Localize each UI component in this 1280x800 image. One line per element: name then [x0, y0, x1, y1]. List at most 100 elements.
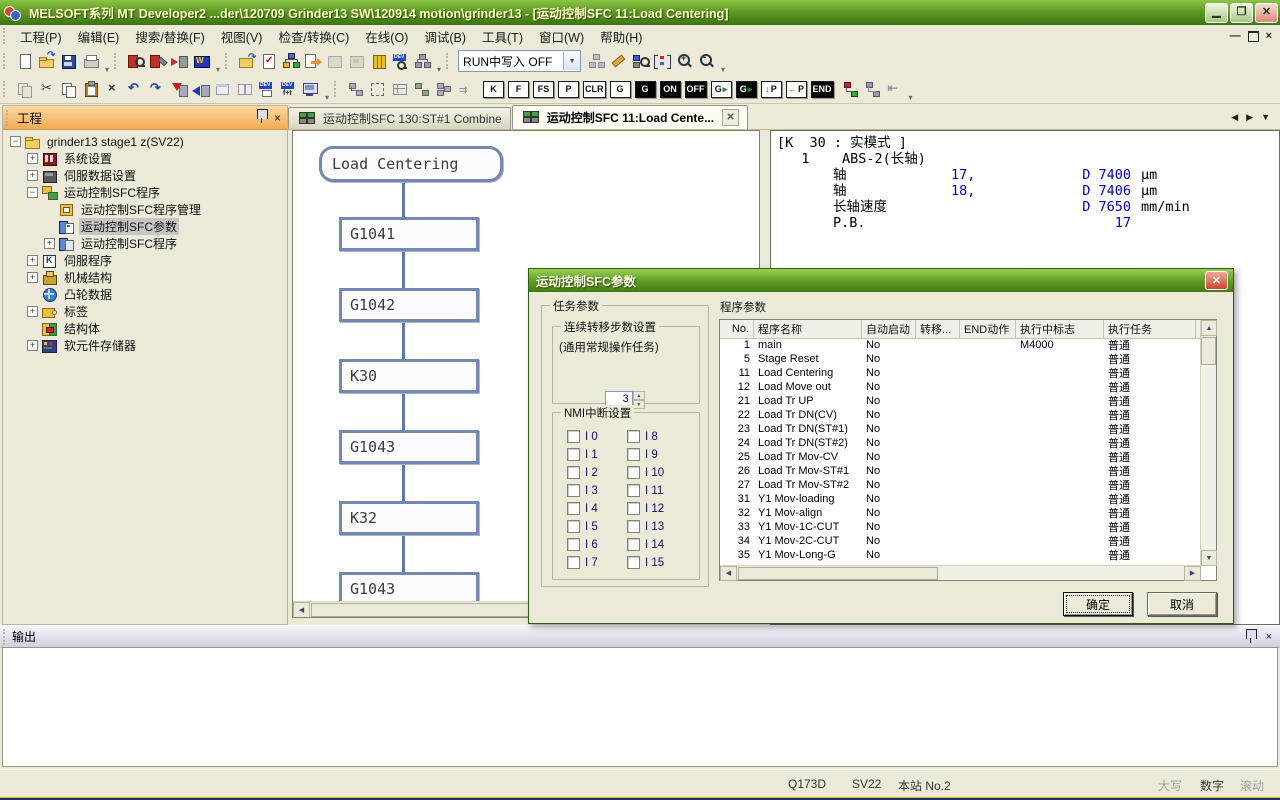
- scroll-up-icon[interactable]: ▲: [1201, 320, 1217, 336]
- table-horizontal-scrollbar[interactable]: ◀ ▶: [720, 565, 1201, 580]
- menu-item-9[interactable]: 帮助(H): [592, 25, 650, 48]
- checkbox-icon[interactable]: [627, 430, 640, 443]
- menu-item-7[interactable]: 工具(T): [474, 25, 531, 48]
- scroll-left-icon[interactable]: ◀: [720, 566, 737, 581]
- zoom-in-icon[interactable]: +: [676, 53, 694, 70]
- sfc-insert-icon[interactable]: [413, 81, 431, 98]
- minimize-button[interactable]: ▁: [1205, 3, 1228, 23]
- dev-test-icon[interactable]: DEVf+t: [280, 81, 298, 98]
- nmi-checkbox-i4[interactable]: I 4: [567, 502, 598, 515]
- tree-toggle-minus-icon[interactable]: −: [27, 187, 38, 198]
- open-project-icon[interactable]: ↷: [38, 53, 56, 70]
- open-write-icon[interactable]: ↷: [238, 53, 256, 70]
- sfc-cursor-icon[interactable]: [347, 81, 365, 98]
- write-to-plc-icon[interactable]: [170, 81, 188, 98]
- nmi-checkbox-i0[interactable]: I 0: [567, 430, 598, 443]
- zoom-out-icon[interactable]: -: [698, 53, 716, 70]
- checkbox-icon[interactable]: [567, 502, 580, 515]
- menu-item-1[interactable]: 编辑(E): [70, 25, 128, 48]
- table-row-0[interactable]: 1mainNoM4000普通: [720, 338, 1201, 352]
- overflow-chevron-icon[interactable]: ▾: [325, 93, 329, 102]
- checkbox-icon[interactable]: [627, 466, 640, 479]
- undo-icon[interactable]: ↶: [126, 81, 144, 98]
- table-row-13[interactable]: 33Y1 Mov-1C-CUTNo普通: [720, 520, 1201, 534]
- table-body[interactable]: 1mainNoM4000普通5Stage ResetNo普通11Load Cen…: [720, 338, 1201, 566]
- sfc-k-button[interactable]: K: [483, 81, 504, 98]
- branch-set-icon[interactable]: [842, 81, 860, 98]
- dialog-title-bar[interactable]: 运动控制SFC参数 ✕: [529, 269, 1233, 292]
- window-tile-icon[interactable]: [236, 81, 254, 98]
- tree-item-7[interactable]: +K伺服程序: [4, 252, 286, 269]
- chain-search-icon[interactable]: [632, 53, 650, 70]
- ok-button[interactable]: 确定: [1063, 592, 1133, 616]
- table-header-4[interactable]: END动作: [960, 320, 1016, 338]
- overflow-chevron-icon[interactable]: ▾: [909, 93, 913, 102]
- tree-toggle-plus-icon[interactable]: +: [27, 153, 38, 164]
- table-header-5[interactable]: 执行中标志: [1016, 320, 1104, 338]
- nmi-checkbox-i11[interactable]: I 11: [627, 484, 663, 497]
- document-tab-0[interactable]: 运动控制SFC 130:ST#1 Combine: [288, 107, 511, 129]
- cut-icon[interactable]: ✂: [38, 81, 56, 98]
- sfc-g-green-button[interactable]: G▸: [711, 81, 732, 98]
- table-header-1[interactable]: 程序名称: [754, 320, 862, 338]
- table-row-10[interactable]: 27Load Tr Mov-ST#2No普通: [720, 478, 1201, 492]
- table-vertical-scrollbar[interactable]: ▲ ▼: [1200, 320, 1216, 566]
- checkbox-icon[interactable]: [567, 430, 580, 443]
- branch-clear-icon[interactable]: [864, 81, 882, 98]
- nmi-checkbox-i3[interactable]: I 3: [567, 484, 598, 497]
- checkbox-icon[interactable]: [567, 484, 580, 497]
- pin-icon[interactable]: [257, 109, 268, 119]
- read-from-plc-icon[interactable]: [192, 81, 210, 98]
- sfc-f-button[interactable]: F: [508, 81, 529, 98]
- sfc-step-g1042[interactable]: G1042: [339, 288, 479, 322]
- tree-item-8[interactable]: +机械结构: [4, 269, 286, 286]
- combo-dropdown-icon[interactable]: ▼: [563, 52, 580, 70]
- table-row-12[interactable]: 32Y1 Mov-alignNo普通: [720, 506, 1201, 520]
- scroll-right-icon[interactable]: ▶: [1184, 566, 1201, 581]
- batch-replace-icon[interactable]: [171, 53, 189, 70]
- spinner-up-icon[interactable]: ▲: [633, 391, 645, 400]
- tree-toggle-minus-icon[interactable]: −: [10, 136, 21, 147]
- network-config-icon[interactable]: [282, 53, 300, 70]
- tree-toggle-plus-icon[interactable]: +: [27, 255, 38, 266]
- checkbox-icon[interactable]: [627, 484, 640, 497]
- program-parameter-table[interactable]: No.程序名称自动启动转移...END动作执行中标志执行任务 1mainNoM4…: [719, 319, 1217, 581]
- mdi-minimize-button[interactable]: —: [1230, 31, 1241, 42]
- nmi-checkbox-i5[interactable]: I 5: [567, 520, 598, 533]
- tree-item-12[interactable]: +软元件存储器: [4, 337, 286, 354]
- tree-item-4[interactable]: 运动控制SFC程序管理: [4, 201, 286, 218]
- find-device-icon[interactable]: [127, 53, 145, 70]
- tree-item-6[interactable]: +运动控制SFC程序: [4, 235, 286, 252]
- chain-bracket-icon[interactable]: [654, 53, 672, 70]
- close-button[interactable]: ✕: [1255, 3, 1278, 23]
- checkbox-icon[interactable]: [627, 502, 640, 515]
- new-file-icon[interactable]: [16, 53, 34, 70]
- sfc-on-button[interactable]: ON: [660, 81, 681, 98]
- sfc-step-k32[interactable]: K32: [339, 501, 479, 535]
- tree-item-3[interactable]: −运动控制SFC程序: [4, 184, 286, 201]
- structure-view-icon[interactable]: [414, 53, 432, 70]
- sfc-p-left-button[interactable]: ←P: [786, 81, 807, 98]
- overflow-chevron-icon[interactable]: ▾: [216, 65, 220, 74]
- replace-device-icon[interactable]: [149, 53, 167, 70]
- panel-close-icon[interactable]: ×: [1266, 631, 1272, 643]
- nmi-checkbox-i1[interactable]: I 1: [567, 448, 598, 461]
- table-row-15[interactable]: 35Y1 Mov-Long-GNo普通: [720, 548, 1201, 562]
- sfc-g-button[interactable]: G: [635, 81, 656, 98]
- sfc-p-down-button[interactable]: ↓P: [761, 81, 782, 98]
- overflow-chevron-icon[interactable]: ▾: [437, 65, 441, 74]
- restore-button[interactable]: ❐: [1230, 3, 1253, 23]
- sfc-grid-icon[interactable]: [391, 81, 409, 98]
- io-monitor-icon[interactable]: [370, 53, 388, 70]
- table-header-0[interactable]: No.: [720, 320, 754, 338]
- table-row-11[interactable]: 31Y1 Mov-loadingNo普通: [720, 492, 1201, 506]
- run-write-combo[interactable]: RUN中写入 OFF ▼: [458, 50, 581, 72]
- sfc-off-button[interactable]: OFF: [685, 81, 707, 98]
- table-row-7[interactable]: 24Load Tr DN(ST#2)No普通: [720, 436, 1201, 450]
- checkbox-icon[interactable]: [567, 466, 580, 479]
- document-tab-1[interactable]: 运动控制SFC 11:Load Cente...✕: [512, 105, 748, 129]
- table-row-5[interactable]: 22Load Tr DN(CV)No普通: [720, 408, 1201, 422]
- table-row-6[interactable]: 23Load Tr DN(ST#1)No普通: [720, 422, 1201, 436]
- menu-item-5[interactable]: 在线(O): [357, 25, 416, 48]
- sfc-branch-icon[interactable]: [435, 81, 453, 98]
